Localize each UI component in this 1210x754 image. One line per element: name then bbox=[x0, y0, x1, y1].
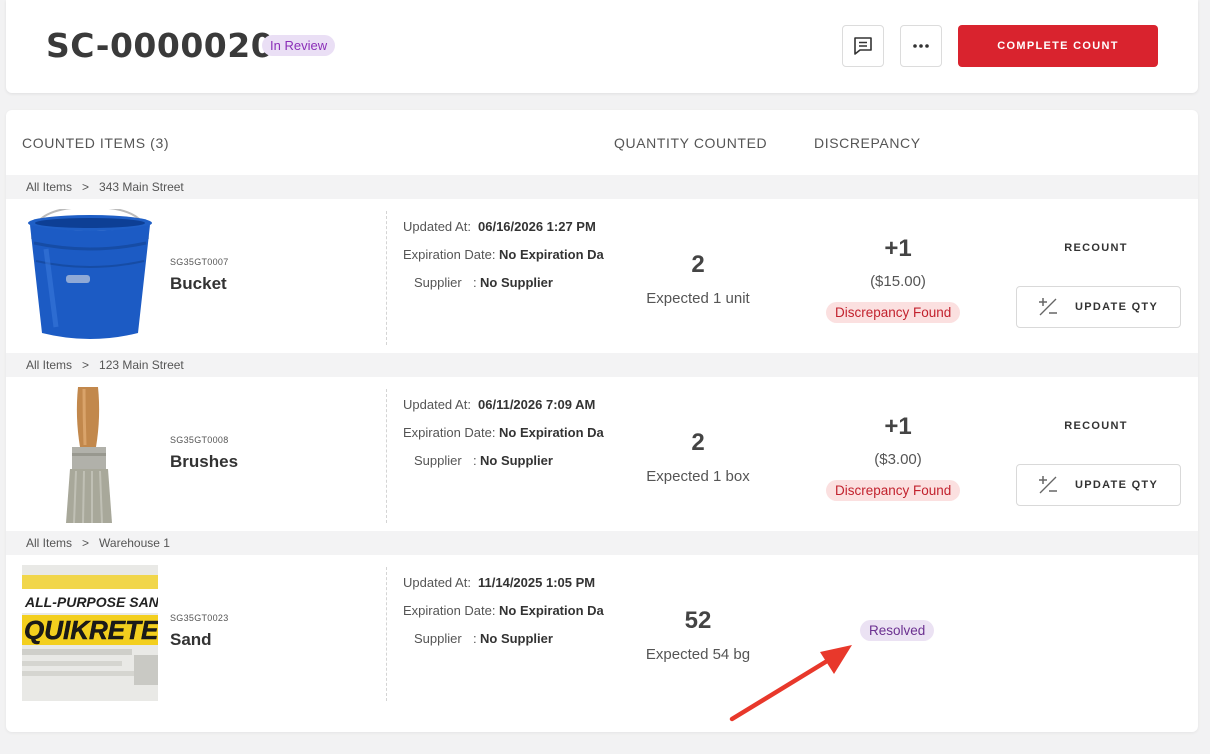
item-name[interactable]: Sand bbox=[170, 630, 212, 650]
header-card: SC-0000020 In Review COMPLETE COUNT bbox=[6, 0, 1198, 93]
expected-quantity: Expected 54 bg bbox=[645, 646, 751, 663]
quantity-counted: 52 bbox=[684, 607, 712, 634]
supplier-separator: : bbox=[473, 275, 477, 290]
item-sku: SG35GT0008 bbox=[170, 435, 229, 445]
breadcrumb-root[interactable]: All Items bbox=[26, 536, 72, 550]
supplier-value: No Supplier bbox=[480, 275, 553, 290]
sand-bag-image: ALL-PURPOSE SAN QUIKRETE bbox=[22, 565, 158, 701]
breadcrumb-separator: > bbox=[82, 536, 90, 550]
complete-count-button[interactable]: COMPLETE COUNT bbox=[958, 25, 1158, 67]
recount-button[interactable]: RECOUNT bbox=[1036, 420, 1156, 432]
discrepancy-amount: ($3.00) bbox=[874, 451, 922, 468]
quantity-counted: 2 bbox=[691, 429, 705, 456]
breadcrumb-root[interactable]: All Items bbox=[26, 358, 72, 372]
quantity-counted: 2 bbox=[691, 251, 705, 278]
update-qty-button[interactable]: UPDATE QTY bbox=[1016, 286, 1181, 328]
supplier-value: No Supplier bbox=[480, 453, 553, 468]
comment-button[interactable] bbox=[842, 25, 884, 67]
expiration-label: Expiration Date: bbox=[403, 603, 496, 618]
supplier-separator: : bbox=[473, 631, 477, 646]
expiration-value: No Expiration Da bbox=[499, 247, 604, 262]
updated-at-label: Updated At: bbox=[403, 219, 471, 234]
discrepancy-count: +1 bbox=[884, 235, 912, 262]
breadcrumb: All Items >343 Main Street bbox=[6, 175, 1198, 199]
supplier-label: Supplier bbox=[414, 453, 462, 468]
update-qty-label: UPDATE QTY bbox=[1075, 301, 1159, 313]
breadcrumb: All Items > Warehouse 1 bbox=[6, 531, 1198, 555]
expiration-value: No Expiration Da bbox=[499, 425, 604, 440]
bag-label-line1: ALL-PURPOSE SAN bbox=[24, 594, 158, 610]
expected-quantity: Expected 1 unit bbox=[646, 290, 750, 307]
discrepancy-status-badge: Discrepancy Found bbox=[826, 480, 961, 501]
breadcrumb-separator: > bbox=[82, 358, 90, 372]
expiration-label: Expiration Date: bbox=[403, 425, 496, 440]
comment-icon bbox=[854, 37, 872, 55]
updated-at-value: 11/14/2025 1:05 PM bbox=[478, 575, 596, 590]
counted-items-card: COUNTED ITEMS (3) QUANTITY COUNTED DISCR… bbox=[6, 110, 1198, 732]
updated-at-value: 06/11/2026 7:09 AM bbox=[478, 397, 596, 412]
supplier-value: No Supplier bbox=[480, 631, 553, 646]
brush-image bbox=[66, 387, 112, 523]
list-item: ALL-PURPOSE SAN QUIKRETE SG35GT0023 Sand… bbox=[6, 555, 1198, 709]
updated-at-label: Updated At: bbox=[403, 575, 471, 590]
discrepancy-amount: ($15.00) bbox=[870, 273, 926, 290]
counted-items-header: COUNTED ITEMS (3) bbox=[22, 135, 170, 151]
more-horizontal-icon bbox=[913, 44, 929, 48]
updated-at-label: Updated At: bbox=[403, 397, 471, 412]
bucket-image bbox=[28, 209, 152, 339]
divider bbox=[386, 567, 387, 701]
expiration-value: No Expiration Da bbox=[499, 603, 604, 618]
expiration-label: Expiration Date: bbox=[403, 247, 496, 262]
item-sku: SG35GT0007 bbox=[170, 257, 229, 267]
divider bbox=[386, 211, 387, 345]
update-qty-label: UPDATE QTY bbox=[1075, 479, 1159, 491]
supplier-label: Supplier bbox=[414, 275, 462, 290]
expected-quantity: Expected 1 box bbox=[646, 468, 750, 485]
breadcrumb-location[interactable]: 343 Main Street bbox=[99, 180, 184, 194]
breadcrumb-location[interactable]: 123 Main Street bbox=[99, 358, 184, 372]
breadcrumb: All Items >123 Main Street bbox=[6, 353, 1198, 377]
breadcrumb-separator: > bbox=[82, 180, 90, 194]
recount-button[interactable]: RECOUNT bbox=[1036, 242, 1156, 254]
item-name[interactable]: Bucket bbox=[170, 274, 227, 294]
plus-minus-icon bbox=[1039, 298, 1057, 316]
discrepancy-status-badge: Discrepancy Found bbox=[826, 302, 961, 323]
discrepancy-count: +1 bbox=[884, 413, 912, 440]
quantity-counted-header: QUANTITY COUNTED bbox=[614, 135, 768, 151]
resolved-status-badge: Resolved bbox=[860, 620, 935, 641]
list-item: SG35GT0008 Brushes Updated At: 06/11/202… bbox=[6, 377, 1198, 531]
breadcrumb-root[interactable]: All Items bbox=[26, 180, 72, 194]
page-title: SC-0000020 bbox=[46, 26, 275, 65]
status-badge: In Review bbox=[262, 35, 336, 56]
update-qty-button[interactable]: UPDATE QTY bbox=[1016, 464, 1181, 506]
divider bbox=[386, 389, 387, 523]
bag-label-line2: QUIKRETE bbox=[24, 615, 158, 645]
plus-minus-icon bbox=[1039, 476, 1057, 494]
updated-at-value: 06/16/2026 1:27 PM bbox=[478, 219, 596, 234]
breadcrumb-location[interactable]: Warehouse 1 bbox=[99, 536, 170, 550]
item-name[interactable]: Brushes bbox=[170, 452, 238, 472]
supplier-label: Supplier bbox=[414, 631, 462, 646]
discrepancy-header: DISCREPANCY bbox=[814, 135, 921, 151]
more-options-button[interactable] bbox=[900, 25, 942, 67]
item-sku: SG35GT0023 bbox=[170, 613, 229, 623]
supplier-separator: : bbox=[473, 453, 477, 468]
list-item: SG35GT0007 Bucket Updated At: 06/16/2026… bbox=[6, 199, 1198, 353]
